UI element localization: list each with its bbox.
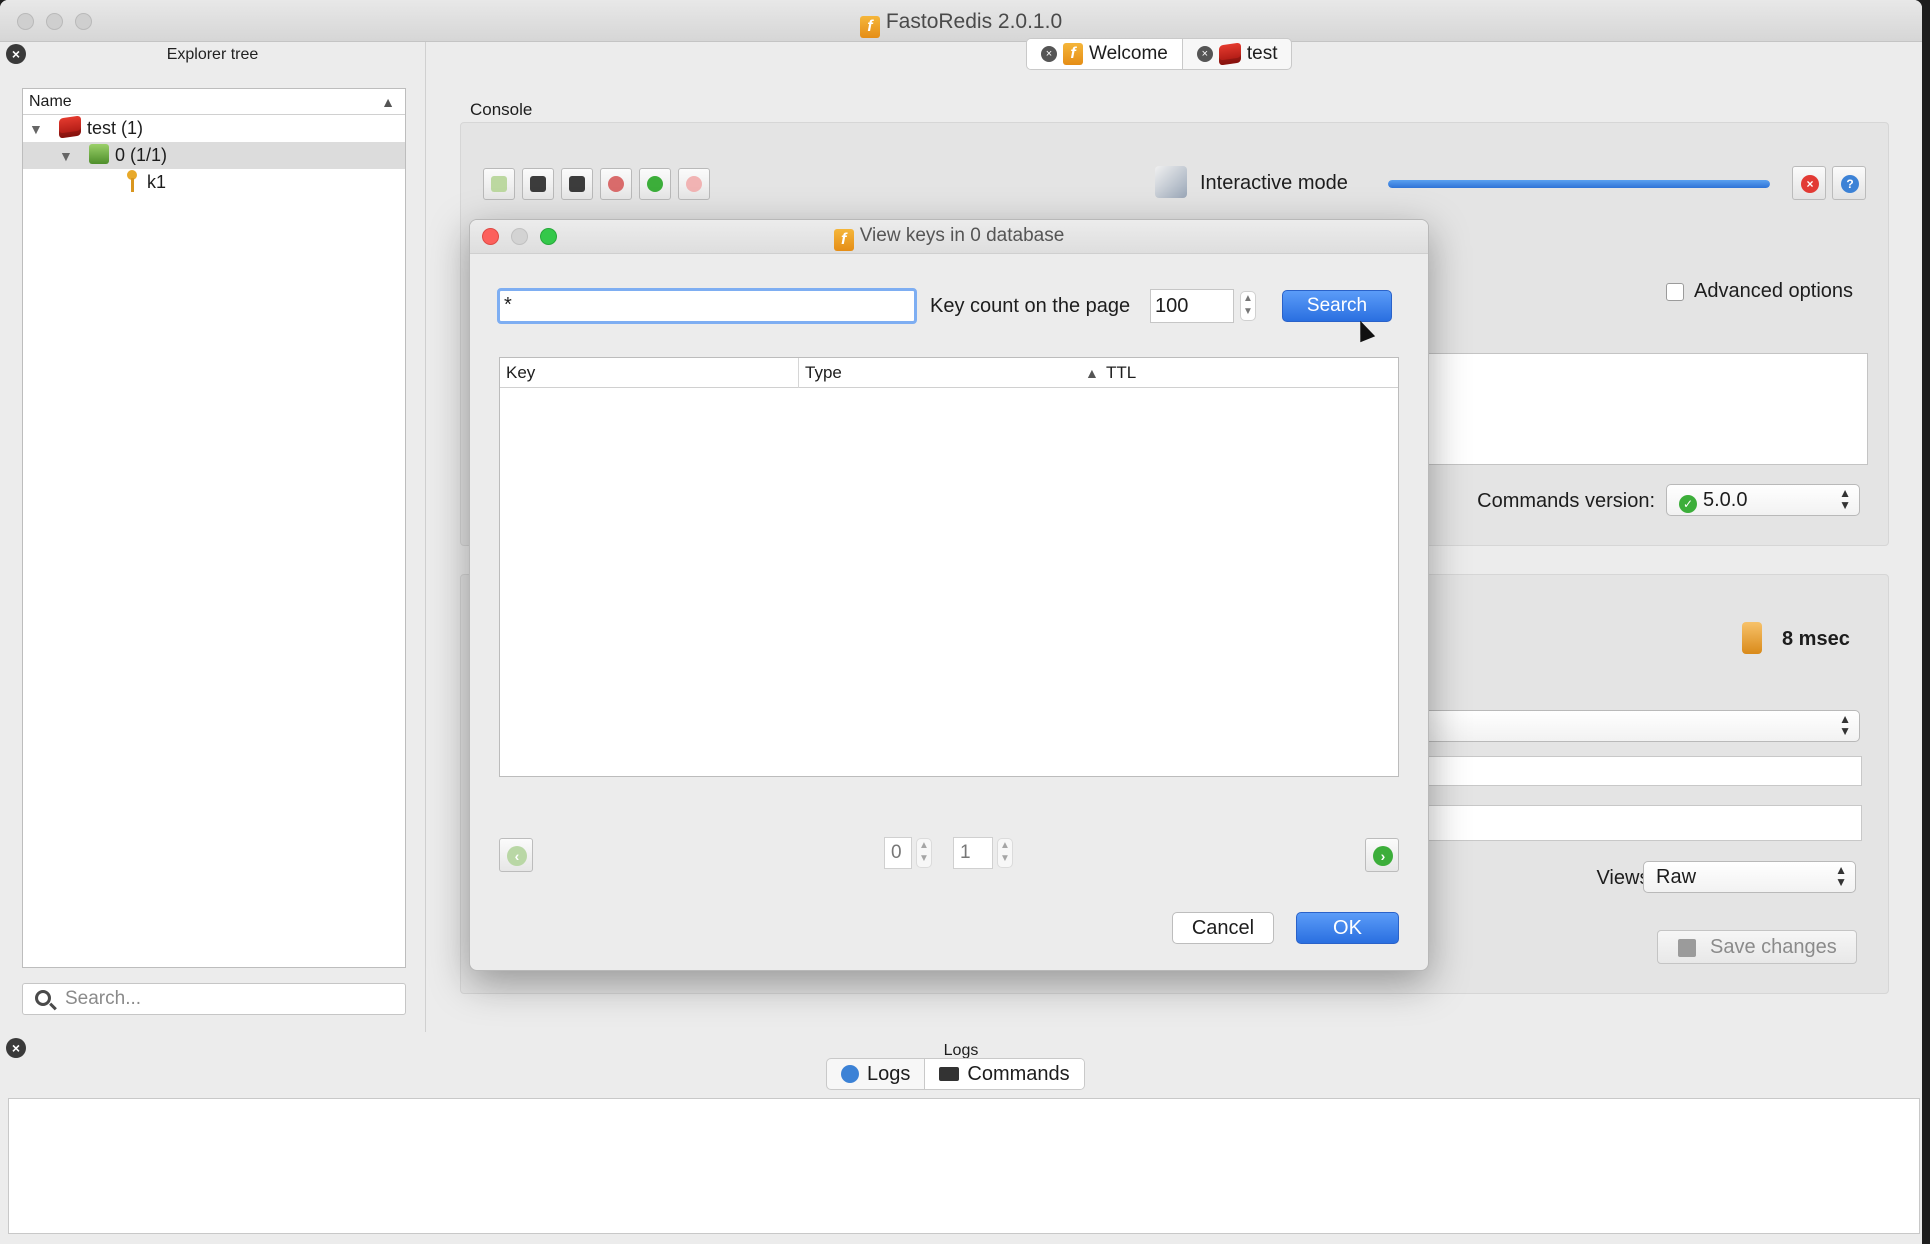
save-changes-button[interactable]: Save changes [1657,930,1857,964]
advanced-options-checkbox[interactable]: Advanced options [1666,280,1853,303]
explorer-pane: × Explorer tree Name ▲ ▼ test (1) ▼ 0 (1/1… [0,42,426,1032]
logs-output[interactable] [8,1098,1920,1234]
search-button[interactable]: Search [1282,290,1392,322]
column-key[interactable]: Key [500,358,798,388]
dialog-title: f View keys in 0 database [470,225,1428,251]
checkbox-box[interactable] [1666,282,1684,301]
tab-test[interactable]: × test [1181,39,1292,69]
save-icon [1678,939,1696,957]
chevron-updown-icon: ▲ ▼ [1835,863,1847,889]
key-count-input[interactable]: 100 [1150,289,1234,323]
execute-icon [686,176,702,192]
window-title: f FastoRedis 2.0.1.0 [0,10,1922,38]
interactive-mode-label: Interactive mode [1200,172,1348,194]
arrow-right-icon: › [1373,846,1393,866]
commands-version-label: Commands version: [1477,490,1655,512]
tree-header-name[interactable]: Name ▲ [23,89,405,115]
ok-button[interactable]: OK [1296,912,1399,944]
tree-item-key[interactable]: k1 [23,169,405,196]
save-as-icon [569,176,585,192]
redis-server-icon [59,115,81,139]
stop-button[interactable]: × [1792,166,1826,200]
help-icon: ? [1841,175,1859,193]
output-field-1[interactable] [1420,756,1862,786]
column-type[interactable]: Type [798,358,1100,388]
checkmark-icon: ✓ [1679,495,1697,513]
total-pages-field: 1 [953,837,993,869]
connect-button[interactable] [639,168,671,200]
output-field-2[interactable] [1420,805,1862,841]
save-as-script-button[interactable] [561,168,593,200]
progress-fill [1388,180,1770,188]
expand-arrow-icon[interactable]: ▼ [59,143,75,170]
tree-item-database[interactable]: ▼ 0 (1/1) [23,142,405,169]
dialog-title-bar: f View keys in 0 database [470,220,1428,254]
total-pages-stepper[interactable]: ▲ ▼ [997,838,1013,868]
key-icon [127,170,137,192]
sort-ascending-icon: ▲ [381,94,395,110]
key-pattern-input[interactable]: * [497,288,917,324]
current-page-stepper[interactable]: ▲ ▼ [916,838,932,868]
chevron-updown-icon: ▲ ▼ [1839,486,1851,512]
command-editor[interactable] [1420,353,1868,465]
output-format-select[interactable]: ▲ ▼ [1420,710,1860,742]
keys-table[interactable]: Key Type ▲ TTL [499,357,1399,777]
arrow-left-icon: ‹ [507,846,527,866]
save-icon [530,176,546,192]
expand-arrow-icon[interactable]: ▼ [29,116,45,143]
views-select[interactable]: Raw ▲ ▼ [1643,861,1856,893]
tab-logs[interactable]: Logs [827,1059,924,1089]
explorer-tree[interactable]: Name ▲ ▼ test (1) ▼ 0 (1/1) k1 [22,88,406,968]
chevron-updown-icon: ▲ ▼ [1839,712,1851,738]
close-tab-icon[interactable]: × [1196,46,1213,62]
redis-server-icon [1218,42,1241,66]
key-count-stepper[interactable]: ▲ ▼ [1240,291,1256,321]
tab-welcome[interactable]: × f Welcome [1027,39,1182,69]
execute-button[interactable] [678,168,710,200]
connect-icon [647,176,663,192]
close-tab-icon[interactable]: × [1041,46,1057,62]
previous-page-button[interactable]: ‹ [499,838,533,872]
load-icon [491,176,507,192]
logs-icon [841,1065,859,1083]
explorer-title: Explorer tree [166,46,259,63]
explorer-search-input[interactable]: Search... [22,983,406,1015]
title-bar: f FastoRedis 2.0.1.0 [0,0,1922,42]
interactive-mode-icon [1155,166,1187,198]
progress-bar [1388,180,1770,188]
tab-commands[interactable]: Commands [924,1059,1084,1089]
key-count-label: Key count on the page [930,295,1131,317]
next-page-button[interactable]: › [1365,838,1399,872]
execution-time: 8 msec [1782,628,1850,650]
terminal-icon [939,1067,960,1081]
current-page-input[interactable]: 0 [884,837,912,869]
view-keys-dialog: f View keys in 0 database * Key count on … [469,219,1429,971]
app-window: f FastoRedis 2.0.1.0 × Explorer tree Name… [0,0,1922,1244]
commands-version-select[interactable]: ✓ 5.0.0 ▲ ▼ [1666,484,1860,516]
load-script-button[interactable] [483,168,515,200]
tree-item-server[interactable]: ▼ test (1) [23,115,405,142]
keys-table-header: Key Type ▲ TTL [500,358,1398,388]
search-icon [35,990,51,1006]
views-label: Views: [1596,867,1655,889]
disconnect-button[interactable] [600,168,632,200]
cancel-button[interactable]: Cancel [1172,912,1274,944]
fastoredis-logo-icon: f [859,16,880,38]
column-ttl[interactable]: TTL [1100,358,1398,388]
console-label: Console [470,100,533,119]
database-icon [89,144,109,164]
help-button[interactable]: ? [1832,166,1866,200]
main-tab-bar: × f Welcome × test [1026,38,1293,70]
hourglass-icon [1742,622,1762,654]
save-script-button[interactable] [522,168,554,200]
disconnect-icon [608,176,624,192]
logs-tab-bar: Logs Commands [826,1058,1085,1090]
sort-ascending-icon: ▲ [1085,365,1099,381]
stop-icon: × [1801,175,1819,193]
fastoredis-logo-icon: f [833,229,854,251]
fastoredis-logo-icon: f [1063,43,1083,65]
